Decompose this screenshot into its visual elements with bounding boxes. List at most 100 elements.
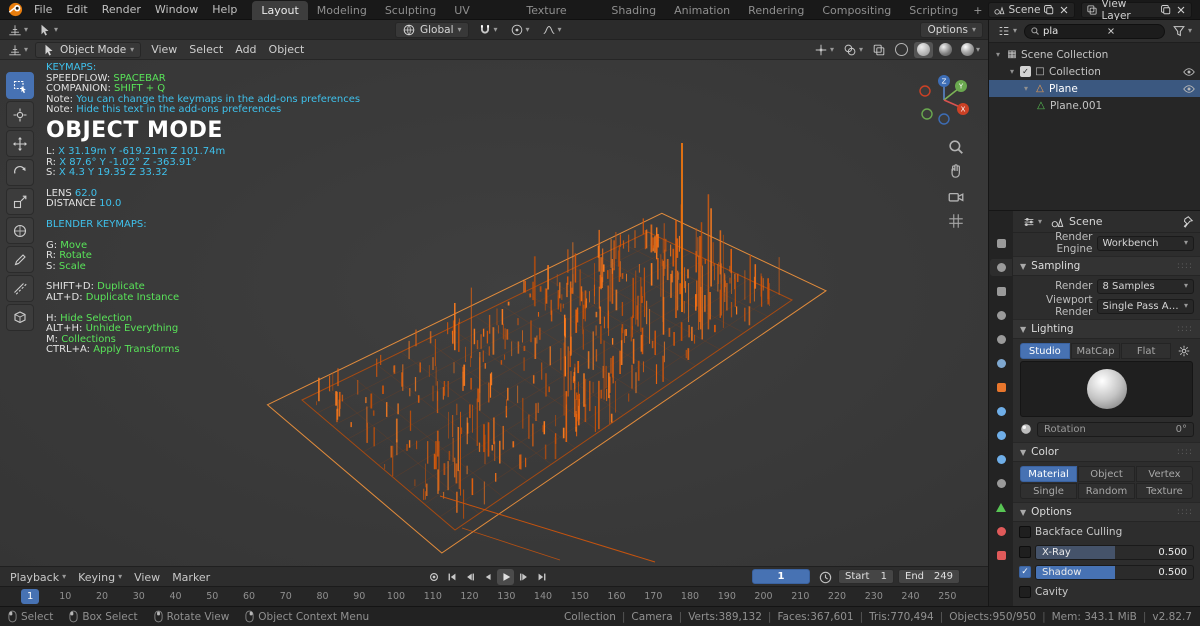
outliner-row-scene-collection[interactable]: ▾ ▦ Scene Collection — [989, 46, 1200, 63]
falloff-button[interactable]: ▾ — [539, 22, 565, 38]
workspace-tab-animation[interactable]: Animation — [665, 1, 739, 20]
outliner-editor-type-button[interactable]: ▾ — [994, 23, 1020, 39]
options-section-header[interactable]: ▼ Options:::: — [1013, 502, 1200, 522]
filter-button[interactable]: ▾ — [1169, 23, 1195, 39]
navigation-gizmo[interactable]: Z Y X — [916, 72, 972, 128]
cavity-checkbox[interactable] — [1019, 586, 1031, 598]
shadow-slider[interactable]: Shadow 0.500 — [1035, 564, 1194, 580]
playhead[interactable]: 1 — [21, 589, 40, 604]
viewport-menu-select[interactable]: Select — [183, 40, 229, 60]
shading-rendered-button[interactable]: ▾ — [958, 42, 983, 58]
sampling-section-header[interactable]: ▼ Sampling:::: — [1013, 256, 1200, 276]
lighting-tab-matcap[interactable]: MatCap — [1070, 343, 1121, 359]
new-scene-icon[interactable] — [1043, 4, 1055, 16]
scale-tool[interactable] — [6, 188, 34, 215]
workspace-tab-compositing[interactable]: Compositing — [813, 1, 900, 20]
workspace-tab-scripting[interactable]: Scripting — [900, 1, 967, 20]
proportional-edit-button[interactable]: ▾ — [507, 22, 533, 38]
properties-tab-material[interactable] — [990, 523, 1012, 540]
studiolight-preview[interactable] — [1020, 361, 1193, 417]
viewport-menu-add[interactable]: Add — [229, 40, 262, 60]
collection-checkbox[interactable]: ✓ — [1020, 66, 1031, 77]
menu-file[interactable]: File — [27, 0, 59, 20]
color-tab-vertex[interactable]: Vertex — [1136, 466, 1193, 482]
render-engine-dropdown[interactable]: Workbench ▾ — [1096, 235, 1194, 251]
city-wireframe-model[interactable] — [0, 60, 988, 566]
mode-dropdown[interactable]: Object Mode ▾ — [35, 41, 142, 58]
start-frame-field[interactable]: Start 1 — [838, 569, 894, 584]
rotation-slider[interactable]: Rotation 0° — [1037, 421, 1194, 437]
jump-last-button[interactable] — [533, 569, 550, 585]
transform-orientation-dropdown[interactable]: Global ▾ — [395, 21, 469, 38]
shading-solid-button[interactable] — [913, 41, 933, 58]
transform-tool[interactable] — [6, 217, 34, 244]
record-button[interactable] — [425, 569, 442, 585]
expand-icon[interactable]: ▾ — [1007, 67, 1017, 76]
end-frame-field[interactable]: End 249 — [898, 569, 960, 584]
next-keyframe-button[interactable] — [515, 569, 532, 585]
timeline-ruler[interactable]: 1 10 20 30 40 50 60 70 80 90 100 110 120 130 140 150 16… — [0, 586, 988, 606]
cursor-tool[interactable] — [6, 101, 34, 128]
properties-tab-texture[interactable] — [990, 547, 1012, 564]
hide-eye-icon[interactable] — [1182, 65, 1196, 79]
menu-render[interactable]: Render — [95, 0, 148, 20]
blender-logo-icon[interactable] — [7, 1, 24, 18]
render-dropdown[interactable]: 8 Samples ▾ — [1096, 278, 1194, 294]
workspace-tab-modeling[interactable]: Modeling — [308, 1, 376, 20]
timeline-menu-marker[interactable]: Marker — [166, 571, 216, 584]
camera-view-icon[interactable] — [947, 188, 965, 206]
workspace-tab-layout[interactable]: Layout — [252, 0, 308, 20]
lighting-tab-studio[interactable]: Studio — [1020, 343, 1070, 359]
workspace-tab-texture-paint[interactable]: Texture Paint — [517, 1, 602, 36]
current-frame-field[interactable]: 1 — [752, 569, 810, 584]
menu-help[interactable]: Help — [205, 0, 244, 20]
pan-hand-icon[interactable] — [947, 162, 965, 180]
shading-material-button[interactable] — [936, 42, 955, 58]
properties-tab-tool[interactable] — [990, 235, 1012, 252]
backface-culling-checkbox[interactable] — [1019, 526, 1031, 538]
viewport-editor-type-button[interactable]: ▾ — [5, 42, 31, 58]
hide-eye-icon[interactable] — [1182, 82, 1196, 96]
menu-edit[interactable]: Edit — [59, 0, 94, 20]
properties-tab-output[interactable] — [990, 283, 1012, 300]
add-workspace-button[interactable]: + — [967, 1, 988, 20]
show-gizmo-button[interactable]: ▾ — [811, 42, 837, 58]
menu-window[interactable]: Window — [148, 0, 205, 20]
expand-icon[interactable]: ▾ — [1021, 84, 1031, 93]
editor-type-button[interactable]: ▾ — [5, 22, 31, 38]
timeline-menu-keying[interactable]: Keying ▾ — [72, 571, 128, 584]
annotate-tool[interactable] — [6, 246, 34, 273]
x-ray-checkbox[interactable] — [1019, 546, 1031, 558]
prev-keyframe-button[interactable] — [461, 569, 478, 585]
snap-toggle-button[interactable]: ▾ — [475, 22, 501, 38]
properties-tab-particles[interactable] — [990, 427, 1012, 444]
color-tab-object[interactable]: Object — [1078, 466, 1135, 482]
outliner-row-plane-001[interactable]: △ Plane.001 — [989, 97, 1200, 114]
workspace-tab-shading[interactable]: Shading — [602, 1, 665, 20]
measure-tool[interactable] — [6, 275, 34, 302]
shading-wireframe-button[interactable] — [892, 42, 911, 58]
properties-tab-world[interactable] — [990, 355, 1012, 372]
studiolight-icon[interactable] — [1019, 422, 1033, 436]
timeline-menu-view[interactable]: View — [128, 571, 166, 584]
jump-first-button[interactable] — [443, 569, 460, 585]
color-tab-texture[interactable]: Texture — [1136, 483, 1193, 499]
viewport-menu-view[interactable]: View — [145, 40, 183, 60]
viewport-menu-object[interactable]: Object — [263, 40, 311, 60]
search-input[interactable] — [1043, 25, 1104, 37]
zoom-icon[interactable] — [947, 138, 965, 156]
properties-tab-physics[interactable] — [990, 451, 1012, 468]
new-view-layer-icon[interactable] — [1160, 4, 1172, 16]
prev-frame-button[interactable] — [479, 569, 496, 585]
view-layer-selector[interactable]: View Layer — [1081, 0, 1192, 22]
lighting-tab-flat[interactable]: Flat — [1121, 343, 1172, 359]
viewport-render-dropdown[interactable]: Single Pass Anti-...▾ — [1096, 298, 1194, 314]
workspace-tab-rendering[interactable]: Rendering — [739, 1, 813, 20]
preview-range-clock-icon[interactable] — [818, 570, 833, 585]
show-overlays-button[interactable]: ▾ — [840, 42, 866, 58]
outliner-row-plane[interactable]: ▾ △ Plane — [989, 80, 1200, 97]
options-dropdown[interactable]: Options ▾ — [920, 21, 983, 38]
toggle-ortho-icon[interactable] — [947, 212, 965, 230]
workspace-tab-uv-editing[interactable]: UV Editing — [445, 1, 517, 36]
viewport-3d[interactable]: KEYMAPS: SPEEDFLOW: SPACEBAR COMPANION: SH… — [0, 60, 988, 566]
